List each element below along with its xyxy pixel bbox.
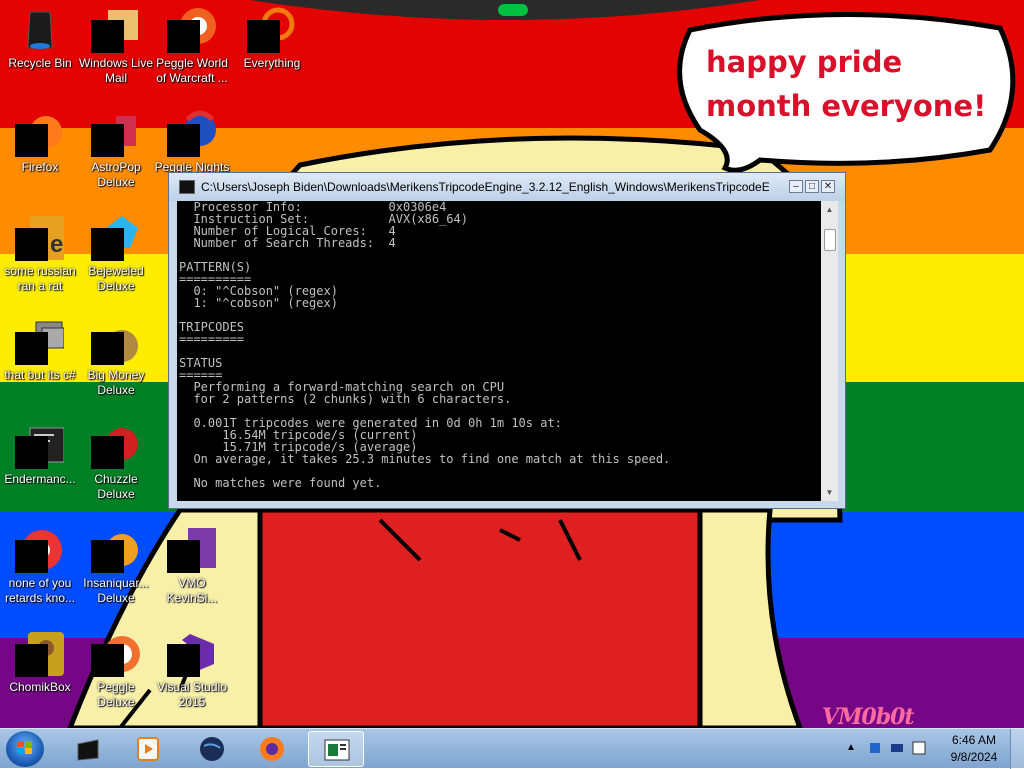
desktop-icon-windows-live-mail[interactable]: Windows Live Mail: [78, 6, 154, 86]
console-line: 1: "^cobson" (regex): [193, 296, 338, 310]
app-icon: e: [15, 214, 64, 262]
chrome-icon: [15, 526, 64, 574]
windows-logo-icon: [17, 741, 32, 754]
desktop-icon-label: Bejeweled Deluxe: [88, 264, 144, 293]
console-line: No matches were found yet.: [193, 476, 382, 490]
show-desktop-button[interactable]: [1010, 729, 1024, 769]
firefox-icon: [260, 737, 284, 761]
desktop-icon-label: Big Money Deluxe: [87, 368, 145, 397]
globe-icon: [200, 737, 224, 761]
console-text: Processor Info: 0x0306e4 Instruction Set…: [177, 201, 821, 489]
desktop-icon-insaniquarium[interactable]: Insaniquar... Deluxe: [78, 526, 154, 606]
svg-text:e: e: [50, 231, 63, 258]
desktop-icon-none-of-you[interactable]: none of you retards kno...: [2, 526, 78, 606]
taskbar-item-media-player[interactable]: [120, 731, 176, 767]
console-line: =========: [179, 332, 245, 346]
window-titlebar[interactable]: C:\Users\Joseph Biden\Downloads\Merikens…: [169, 173, 845, 201]
desktop-icon-label: Visual Studio 2015: [157, 680, 227, 709]
peggle-deluxe-icon: [91, 630, 140, 678]
desktop-icon-label: VMO KevinSi...: [166, 576, 218, 605]
desktop-icon-label: Chuzzle Deluxe: [94, 472, 138, 501]
desktop-icon-label: that but its c#: [4, 368, 76, 382]
network-icon[interactable]: [868, 741, 882, 755]
recycle-bin-icon: [16, 6, 64, 54]
peggle-nights-icon: [167, 110, 216, 158]
maximize-button[interactable]: □: [805, 180, 819, 193]
chomikbox-icon: [15, 630, 64, 678]
console-app-icon[interactable]: [179, 180, 195, 194]
desktop-icon-endermanch[interactable]: Endermanc...: [2, 422, 78, 487]
console-output[interactable]: Processor Info: 0x0306e4 Instruction Set…: [177, 201, 821, 501]
desktop-icon-label: Everything: [243, 56, 301, 70]
mail-icon: [91, 6, 140, 54]
desktop-icon-that-but-c-sharp[interactable]: that but its c#: [2, 318, 78, 383]
desktop-icon-firefox[interactable]: Firefox: [2, 110, 78, 175]
taskbar-item-console-window[interactable]: [308, 731, 364, 767]
desktop-icon-russian-rat[interactable]: e some russian ran a rat: [2, 214, 78, 294]
console-line: On average, it takes 25.3 minutes to fin…: [193, 452, 671, 466]
desktop-icon-label: ChomikBox: [9, 680, 71, 694]
chuzzle-icon: [91, 422, 140, 470]
system-tray: ▲ 6:46 AM 9/8/2024: [840, 729, 1024, 769]
taskbar-item-firefox[interactable]: [244, 731, 300, 767]
insaniquarium-icon: [91, 526, 140, 574]
taskbar-item-terminal[interactable]: [60, 731, 116, 767]
bejeweled-icon: [91, 214, 140, 262]
scroll-thumb[interactable]: [824, 229, 836, 251]
clock-time[interactable]: 6:46 AM: [944, 733, 1004, 747]
visual-studio-icon: [167, 630, 216, 678]
console-line: for 2 patterns (2 chunks) with 6 charact…: [193, 392, 512, 406]
console-window-icon: [324, 739, 350, 761]
minimize-button[interactable]: –: [789, 180, 803, 193]
close-button[interactable]: ✕: [821, 180, 835, 193]
desktop-icon-chomikbox[interactable]: ChomikBox: [2, 630, 78, 695]
start-button[interactable]: [6, 731, 44, 767]
clock-date[interactable]: 9/8/2024: [944, 750, 1004, 764]
search-icon: [247, 6, 296, 54]
file-icon: [167, 526, 216, 574]
desktop-icon-astropop[interactable]: AstroPop Deluxe: [78, 110, 154, 190]
desktop-icon-recycle-bin[interactable]: Recycle Bin: [2, 6, 78, 71]
desktop-icon-everything[interactable]: Everything: [234, 6, 310, 71]
vertical-scrollbar[interactable]: ▲ ▼: [821, 201, 838, 501]
desktop-icon-label: Insaniquar... Deluxe: [83, 576, 149, 605]
terminal-icon: [15, 422, 65, 470]
desktop-icon-label: none of you retards kno...: [4, 576, 76, 605]
volume-icon[interactable]: [912, 741, 926, 755]
desktop-icon-label: some russian ran a rat: [4, 264, 76, 293]
terminal-icon: [77, 739, 99, 761]
desktop-icon-peggle-wow[interactable]: Peggle World of Warcraft ...: [154, 6, 230, 86]
taskbar-item-globe[interactable]: [184, 731, 240, 767]
windows-icon: [15, 318, 65, 366]
desktop-icon-label: Peggle World of Warcraft ...: [156, 56, 228, 85]
desktop-icon-peggle-deluxe[interactable]: Peggle Deluxe: [78, 630, 154, 710]
desktop-icon-big-money[interactable]: Big Money Deluxe: [78, 318, 154, 398]
artist-signature: VM0b0t: [822, 704, 915, 728]
desktop-icon-peggle-nights[interactable]: Peggle Nights: [154, 110, 230, 175]
desktop-icon-bejeweled[interactable]: Bejeweled Deluxe: [78, 214, 154, 294]
tray-overflow-arrow-icon[interactable]: ▲: [846, 742, 856, 753]
desktop-icon-label: Windows Live Mail: [78, 56, 154, 85]
desktop-icon-label: Firefox: [21, 160, 59, 174]
astropop-icon: [91, 110, 140, 158]
console-window[interactable]: C:\Users\Joseph Biden\Downloads\Merikens…: [168, 172, 846, 509]
desktop-icon-label: Peggle Deluxe: [97, 680, 135, 709]
firefox-icon: [15, 110, 64, 158]
taskbar: ▲ 6:46 AM 9/8/2024: [0, 728, 1024, 769]
console-line: Number of Search Threads: 4: [193, 236, 396, 250]
scroll-down-arrow-icon[interactable]: ▼: [821, 484, 838, 501]
peggle-icon: [167, 6, 216, 54]
desktop-icon-chuzzle[interactable]: Chuzzle Deluxe: [78, 422, 154, 502]
desktop-icon-visual-studio[interactable]: Visual Studio 2015: [154, 630, 230, 710]
desktop-icon-label: Endermanc...: [4, 472, 76, 486]
scroll-up-arrow-icon[interactable]: ▲: [821, 201, 838, 218]
desktop-icon-label: Recycle Bin: [8, 56, 72, 70]
money-bag-icon: [91, 318, 140, 366]
speech-bubble-text: happy pride month everyone!: [706, 45, 987, 123]
desktop-icon-vmo-kevin[interactable]: VMO KevinSi...: [154, 526, 230, 606]
window-title: C:\Users\Joseph Biden\Downloads\Merikens…: [201, 180, 769, 194]
media-player-icon: [137, 737, 159, 761]
desktop-icon-label: AstroPop Deluxe: [91, 160, 141, 189]
display-icon[interactable]: [890, 741, 904, 755]
